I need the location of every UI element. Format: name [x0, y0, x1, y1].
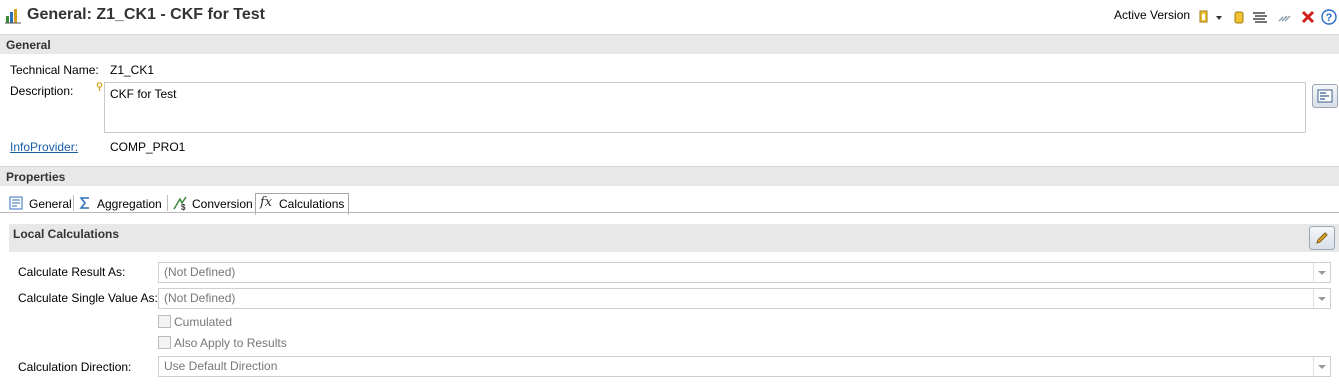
chevron-down-icon	[1313, 263, 1330, 282]
calculation-direction-value: Use Default Direction	[164, 359, 278, 373]
tab-separator	[167, 195, 168, 211]
close-icon[interactable]	[1300, 9, 1316, 25]
general-section-title: General	[6, 38, 51, 52]
infoprovider-value: COMP_PRO1	[110, 140, 186, 154]
technical-name-label: Technical Name:	[10, 63, 99, 77]
translate-icon	[1317, 89, 1333, 103]
calculate-single-value-as-select[interactable]: (Not Defined)	[158, 288, 1331, 309]
check-icon[interactable]	[1276, 9, 1292, 25]
editor-title: General: Z1_CK1 - CKF for Test	[27, 6, 265, 23]
version-icon[interactable]	[1196, 9, 1212, 25]
conversion-icon: $	[173, 196, 187, 211]
svg-text:$: $	[181, 203, 186, 211]
calculate-result-as-select[interactable]: (Not Defined)	[158, 262, 1331, 283]
chevron-down-icon[interactable]	[1214, 9, 1224, 25]
where-used-icon[interactable]	[1251, 9, 1269, 25]
edit-button[interactable]	[1309, 226, 1335, 250]
chevron-down-icon	[1313, 289, 1330, 308]
key-figure-icon	[5, 9, 21, 24]
pencil-icon	[1316, 232, 1328, 244]
cumulated-label: Cumulated	[174, 315, 233, 329]
tab-calculations-label: Calculations	[279, 197, 345, 211]
technical-name-value: Z1_CK1	[110, 63, 155, 77]
description-value: CKF for Test	[110, 87, 177, 101]
general-tab-icon	[9, 196, 23, 210]
properties-section-header: Properties	[0, 166, 1339, 186]
tab-conversion-label: Conversion	[192, 197, 253, 211]
general-section-header: General	[0, 34, 1339, 54]
infoprovider-link[interactable]: InfoProvider:	[10, 140, 78, 154]
help-icon[interactable]: ?	[1321, 9, 1337, 25]
fx-icon: fx	[260, 195, 273, 210]
also-apply-to-results-label: Also Apply to Results	[174, 336, 287, 350]
calculate-result-as-label: Calculate Result As:	[18, 265, 126, 279]
tab-aggregation-label: Aggregation	[97, 197, 162, 211]
calculation-direction-label: Calculation Direction:	[18, 360, 132, 374]
title-bar: General: Z1_CK1 - CKF for Test Active Ve…	[0, 0, 1339, 32]
svg-text:?: ?	[1326, 12, 1333, 24]
database-icon[interactable]	[1231, 9, 1247, 25]
calculate-result-as-value: (Not Defined)	[164, 265, 236, 279]
tab-separator	[73, 195, 74, 211]
description-field[interactable]: CKF for Test	[104, 82, 1306, 133]
tab-general-label: General	[29, 197, 72, 211]
description-label: Description:	[10, 84, 74, 98]
active-version-label: Active Version	[1114, 8, 1191, 22]
properties-section-title: Properties	[6, 170, 66, 184]
calculation-direction-select[interactable]: Use Default Direction	[158, 356, 1331, 377]
cumulated-checkbox[interactable]	[158, 315, 171, 328]
calculate-single-value-as-value: (Not Defined)	[164, 291, 236, 305]
chevron-down-icon	[1313, 357, 1330, 376]
translate-button[interactable]	[1312, 84, 1338, 108]
tabs-divider	[0, 212, 1339, 213]
local-calculations-title: Local Calculations	[13, 227, 120, 241]
also-apply-to-results-checkbox[interactable]	[158, 336, 171, 349]
sigma-icon	[79, 197, 89, 209]
local-calculations-header: Local Calculations	[9, 224, 1339, 252]
calculate-single-value-as-label: Calculate Single Value As:	[18, 291, 158, 305]
required-marker-icon	[96, 82, 103, 91]
